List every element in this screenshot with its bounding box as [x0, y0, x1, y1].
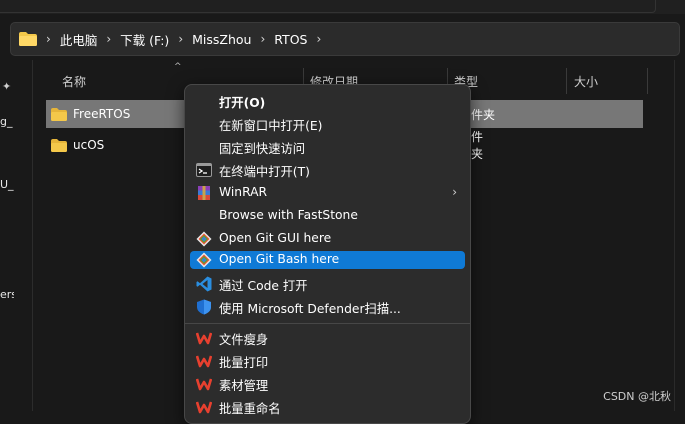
- menu-item-file-slim[interactable]: 文件瘦身: [190, 327, 465, 349]
- menu-item-open[interactable]: 打开(O): [190, 90, 465, 112]
- wps-icon: [195, 330, 213, 346]
- breadcrumb-rtos[interactable]: › RTOS ›: [251, 32, 330, 47]
- context-menu: 打开(O) 在新窗口中打开(E) 固定到快速访问 在终端中打开(T) WinRA…: [184, 84, 471, 424]
- menu-item-git-gui[interactable]: Open Git GUI here: [190, 228, 465, 250]
- menu-item-defender-scan[interactable]: 使用 Microsoft Defender扫描...: [190, 296, 465, 318]
- menu-item-asset-manage[interactable]: 素材管理: [190, 373, 465, 395]
- defender-shield-icon: [196, 299, 212, 315]
- menu-item-label: 通过 Code 打开: [219, 279, 308, 293]
- menu-item-label: 打开(O): [219, 96, 266, 110]
- menu-item-label: 在终端中打开(T): [219, 165, 310, 179]
- menu-item-label: 批量重命名: [219, 402, 281, 416]
- file-row-ucos[interactable]: ucOS 件夹: [46, 130, 483, 161]
- file-name[interactable]: ucOS: [73, 138, 104, 152]
- git-bash-icon: [196, 252, 212, 268]
- column-header-label: 名称: [62, 75, 87, 89]
- file-type: 件夹: [471, 107, 496, 122]
- menu-item-label: 固定到快速访问: [219, 142, 306, 156]
- breadcrumb-misszhou[interactable]: › MissZhou: [169, 32, 251, 47]
- chevron-right-icon[interactable]: ›: [46, 32, 51, 46]
- nav-item-fragment[interactable]: U_: [0, 178, 14, 191]
- menu-item-open-with-code[interactable]: 通过 Code 打开: [190, 273, 465, 295]
- terminal-icon: [196, 162, 212, 178]
- address-bar[interactable]: › 此电脑 › 下载 (F:) › MissZhou › RTOS ›: [10, 22, 680, 56]
- menu-item-open-new-window[interactable]: 在新窗口中打开(E): [190, 113, 465, 135]
- breadcrumb-label[interactable]: 此电脑: [60, 30, 98, 49]
- git-gui-icon: [196, 231, 212, 247]
- folder-icon: [19, 32, 37, 46]
- menu-item-label: Open Git Bash here: [219, 252, 340, 266]
- menu-separator: [185, 323, 470, 324]
- folder-icon: [51, 107, 67, 121]
- menu-item-label: Open Git GUI here: [219, 231, 332, 245]
- chevron-right-icon[interactable]: ›: [106, 32, 111, 46]
- file-name[interactable]: FreeRTOS: [73, 107, 130, 121]
- chevron-right-icon: ›: [452, 185, 457, 199]
- wps-icon: [195, 376, 213, 392]
- menu-item-pin-quick-access[interactable]: 固定到快速访问: [190, 136, 465, 158]
- menu-item-winrar[interactable]: WinRAR ›: [190, 182, 465, 204]
- breadcrumb-label[interactable]: 下载 (F:): [120, 30, 169, 49]
- menu-item-faststone[interactable]: Browse with FastStone: [190, 205, 465, 227]
- breadcrumb-this-pc[interactable]: › 此电脑: [37, 30, 97, 49]
- file-type: 件夹: [471, 130, 484, 161]
- navigation-pane[interactable]: ✦ g_ U_ ers: [0, 60, 33, 411]
- sort-up-icon: ^: [174, 62, 182, 72]
- nav-item-fragment[interactable]: g_: [0, 115, 14, 128]
- menu-item-label: WinRAR: [219, 185, 268, 199]
- folder-icon: [51, 138, 67, 152]
- menu-item-git-bash[interactable]: Open Git Bash here: [190, 251, 465, 269]
- breadcrumb-label[interactable]: RTOS: [274, 32, 307, 47]
- chevron-right-icon[interactable]: ›: [178, 32, 183, 46]
- menu-item-batch-rename[interactable]: 批量重命名: [190, 396, 465, 418]
- breadcrumb-downloads-drive[interactable]: › 下载 (F:): [97, 30, 169, 49]
- menu-item-label: 批量打印: [219, 356, 269, 370]
- menu-item-label: 文件瘦身: [219, 333, 269, 347]
- column-divider[interactable]: [647, 68, 648, 94]
- nav-item-fragment[interactable]: ers: [0, 288, 14, 301]
- watermark: CSDN @北秋: [603, 390, 671, 403]
- breadcrumb-label[interactable]: MissZhou: [192, 32, 251, 47]
- tab-edge: [0, 0, 656, 13]
- menu-item-batch-print[interactable]: 批量打印: [190, 350, 465, 372]
- column-divider[interactable]: [566, 68, 567, 94]
- wps-icon: [195, 353, 213, 369]
- winrar-icon: [196, 185, 212, 201]
- column-header-label: 大小: [574, 75, 599, 89]
- menu-item-label: Browse with FastStone: [219, 208, 358, 222]
- menu-item-label: 素材管理: [219, 379, 269, 393]
- menu-item-open-in-terminal[interactable]: 在终端中打开(T): [190, 159, 465, 181]
- vscode-icon: [196, 276, 212, 292]
- column-header-size[interactable]: 大小: [568, 64, 648, 96]
- menu-item-label: 在新窗口中打开(E): [219, 119, 323, 133]
- wps-icon: [195, 399, 213, 415]
- pin-icon: ✦: [2, 80, 12, 93]
- vertical-scrollbar[interactable]: [674, 60, 675, 411]
- chevron-right-icon[interactable]: ›: [260, 32, 265, 46]
- menu-item-label: 使用 Microsoft Defender扫描...: [219, 302, 401, 316]
- window-top-strip: [0, 0, 685, 14]
- chevron-right-icon[interactable]: ›: [316, 32, 321, 46]
